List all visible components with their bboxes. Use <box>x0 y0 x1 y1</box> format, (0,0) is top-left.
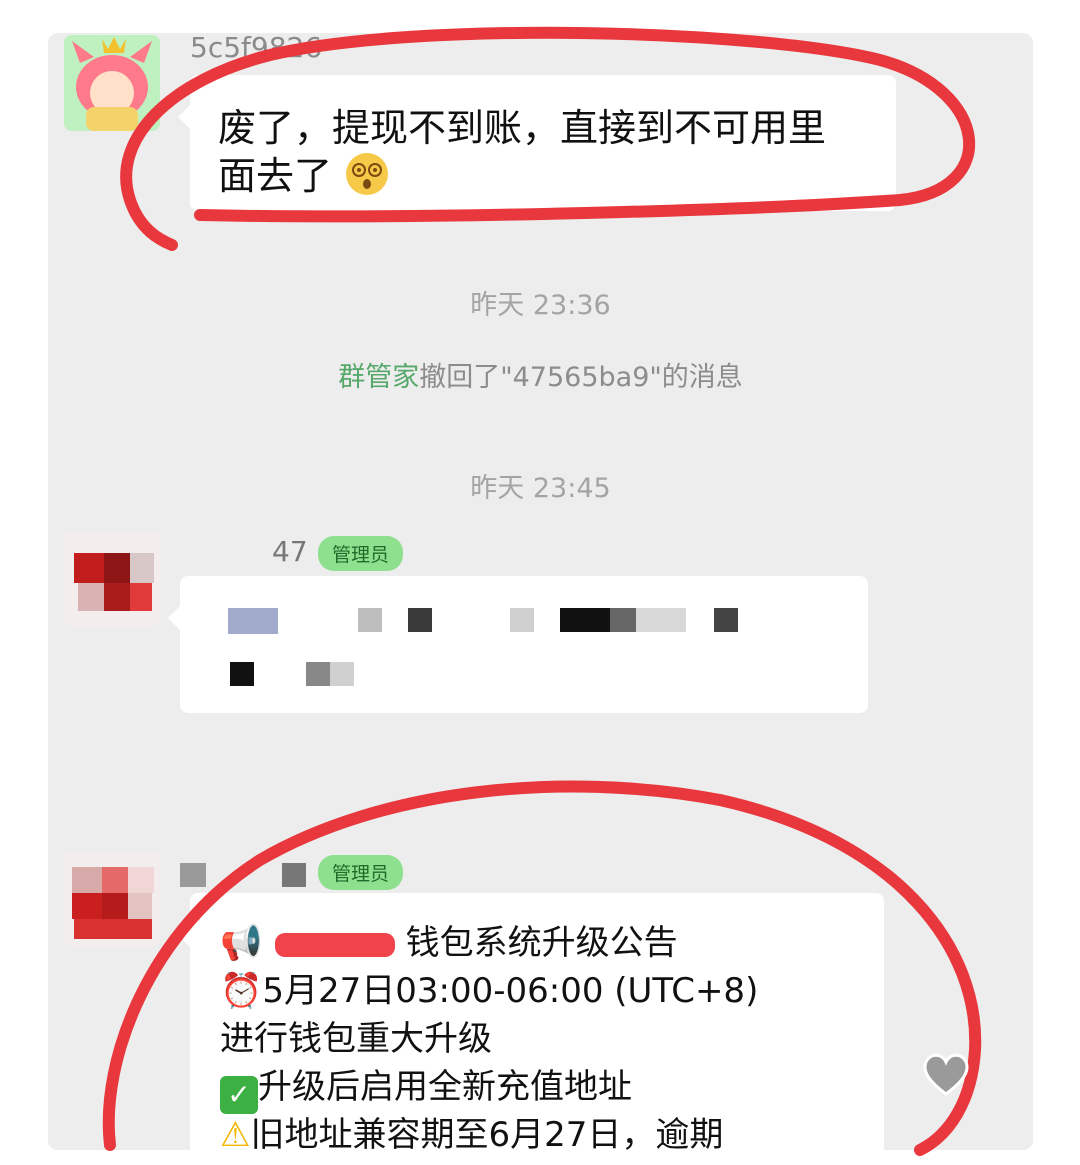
message-text: 废了，提现不到账，直接到不可用里 <box>218 106 827 150</box>
announcement-line: 旧地址兼容期至6月27日，逾期 <box>250 1115 724 1150</box>
redacted-text <box>228 608 278 634</box>
redacted-text <box>306 662 330 686</box>
redacted-text <box>230 662 254 686</box>
megaphone-icon: 📢 <box>220 923 263 963</box>
mosaic-avatar-icon <box>64 531 160 627</box>
redacted-text <box>636 608 686 632</box>
redacted-text <box>610 608 636 632</box>
announcement-line: 升级后启用全新充值地址 <box>258 1067 632 1107</box>
recall-text: 撤回了"47565ba9"的消息 <box>419 362 743 393</box>
redacted-text <box>510 608 534 632</box>
redacted-text <box>714 608 738 632</box>
redacted-sender <box>282 863 306 887</box>
recall-notice: 群管家撤回了"47565ba9"的消息 <box>48 355 1033 394</box>
admin-badge: 管理员 <box>318 855 404 890</box>
redacted-text <box>408 608 432 632</box>
mosaic-avatar-icon <box>64 851 160 947</box>
recall-actor[interactable]: 群管家 <box>338 362 419 393</box>
sender-name: 47 <box>272 535 308 568</box>
chat-window: 5c5f9826 废了，提现不到账，直接到不可用里 面去了 昨天 23:36 群… <box>48 33 1033 1150</box>
redacted-text <box>560 608 610 632</box>
message-text: 面去了 <box>218 154 333 198</box>
redacted-text <box>358 608 382 632</box>
message-bubble[interactable]: 📢 钱包系统升级公告 ⏰5月27日03:00-06:00 (UTC+8) 进行钱… <box>178 893 884 1150</box>
avatar[interactable] <box>64 35 160 131</box>
cartoon-avatar-icon <box>64 35 160 131</box>
message-bubble[interactable]: 废了，提现不到账，直接到不可用里 面去了 <box>178 75 896 211</box>
redacted-text <box>330 662 354 686</box>
announcement-title: 钱包系统升级公告 <box>405 923 678 963</box>
redacted-sender <box>180 863 206 887</box>
warning-icon: ⚠ <box>220 1115 251 1150</box>
avatar[interactable] <box>64 851 160 947</box>
message-bubble[interactable] <box>168 576 868 713</box>
heart-icon[interactable] <box>920 1048 972 1100</box>
alarm-clock-icon: ⏰ <box>220 971 263 1011</box>
timestamp: 昨天 23:36 <box>470 290 611 321</box>
announcement-line: 5月27日03:00-06:00 (UTC+8) <box>262 971 759 1011</box>
timestamp: 昨天 23:45 <box>470 473 611 504</box>
announcement-line: 进行钱包重大升级 <box>220 1019 492 1059</box>
redacted-text <box>274 932 395 957</box>
avatar[interactable] <box>64 531 160 627</box>
admin-badge: 管理员 <box>318 536 404 571</box>
dizzy-face-emoji-icon <box>346 153 389 195</box>
sender-name: 5c5f9826 <box>190 33 323 64</box>
